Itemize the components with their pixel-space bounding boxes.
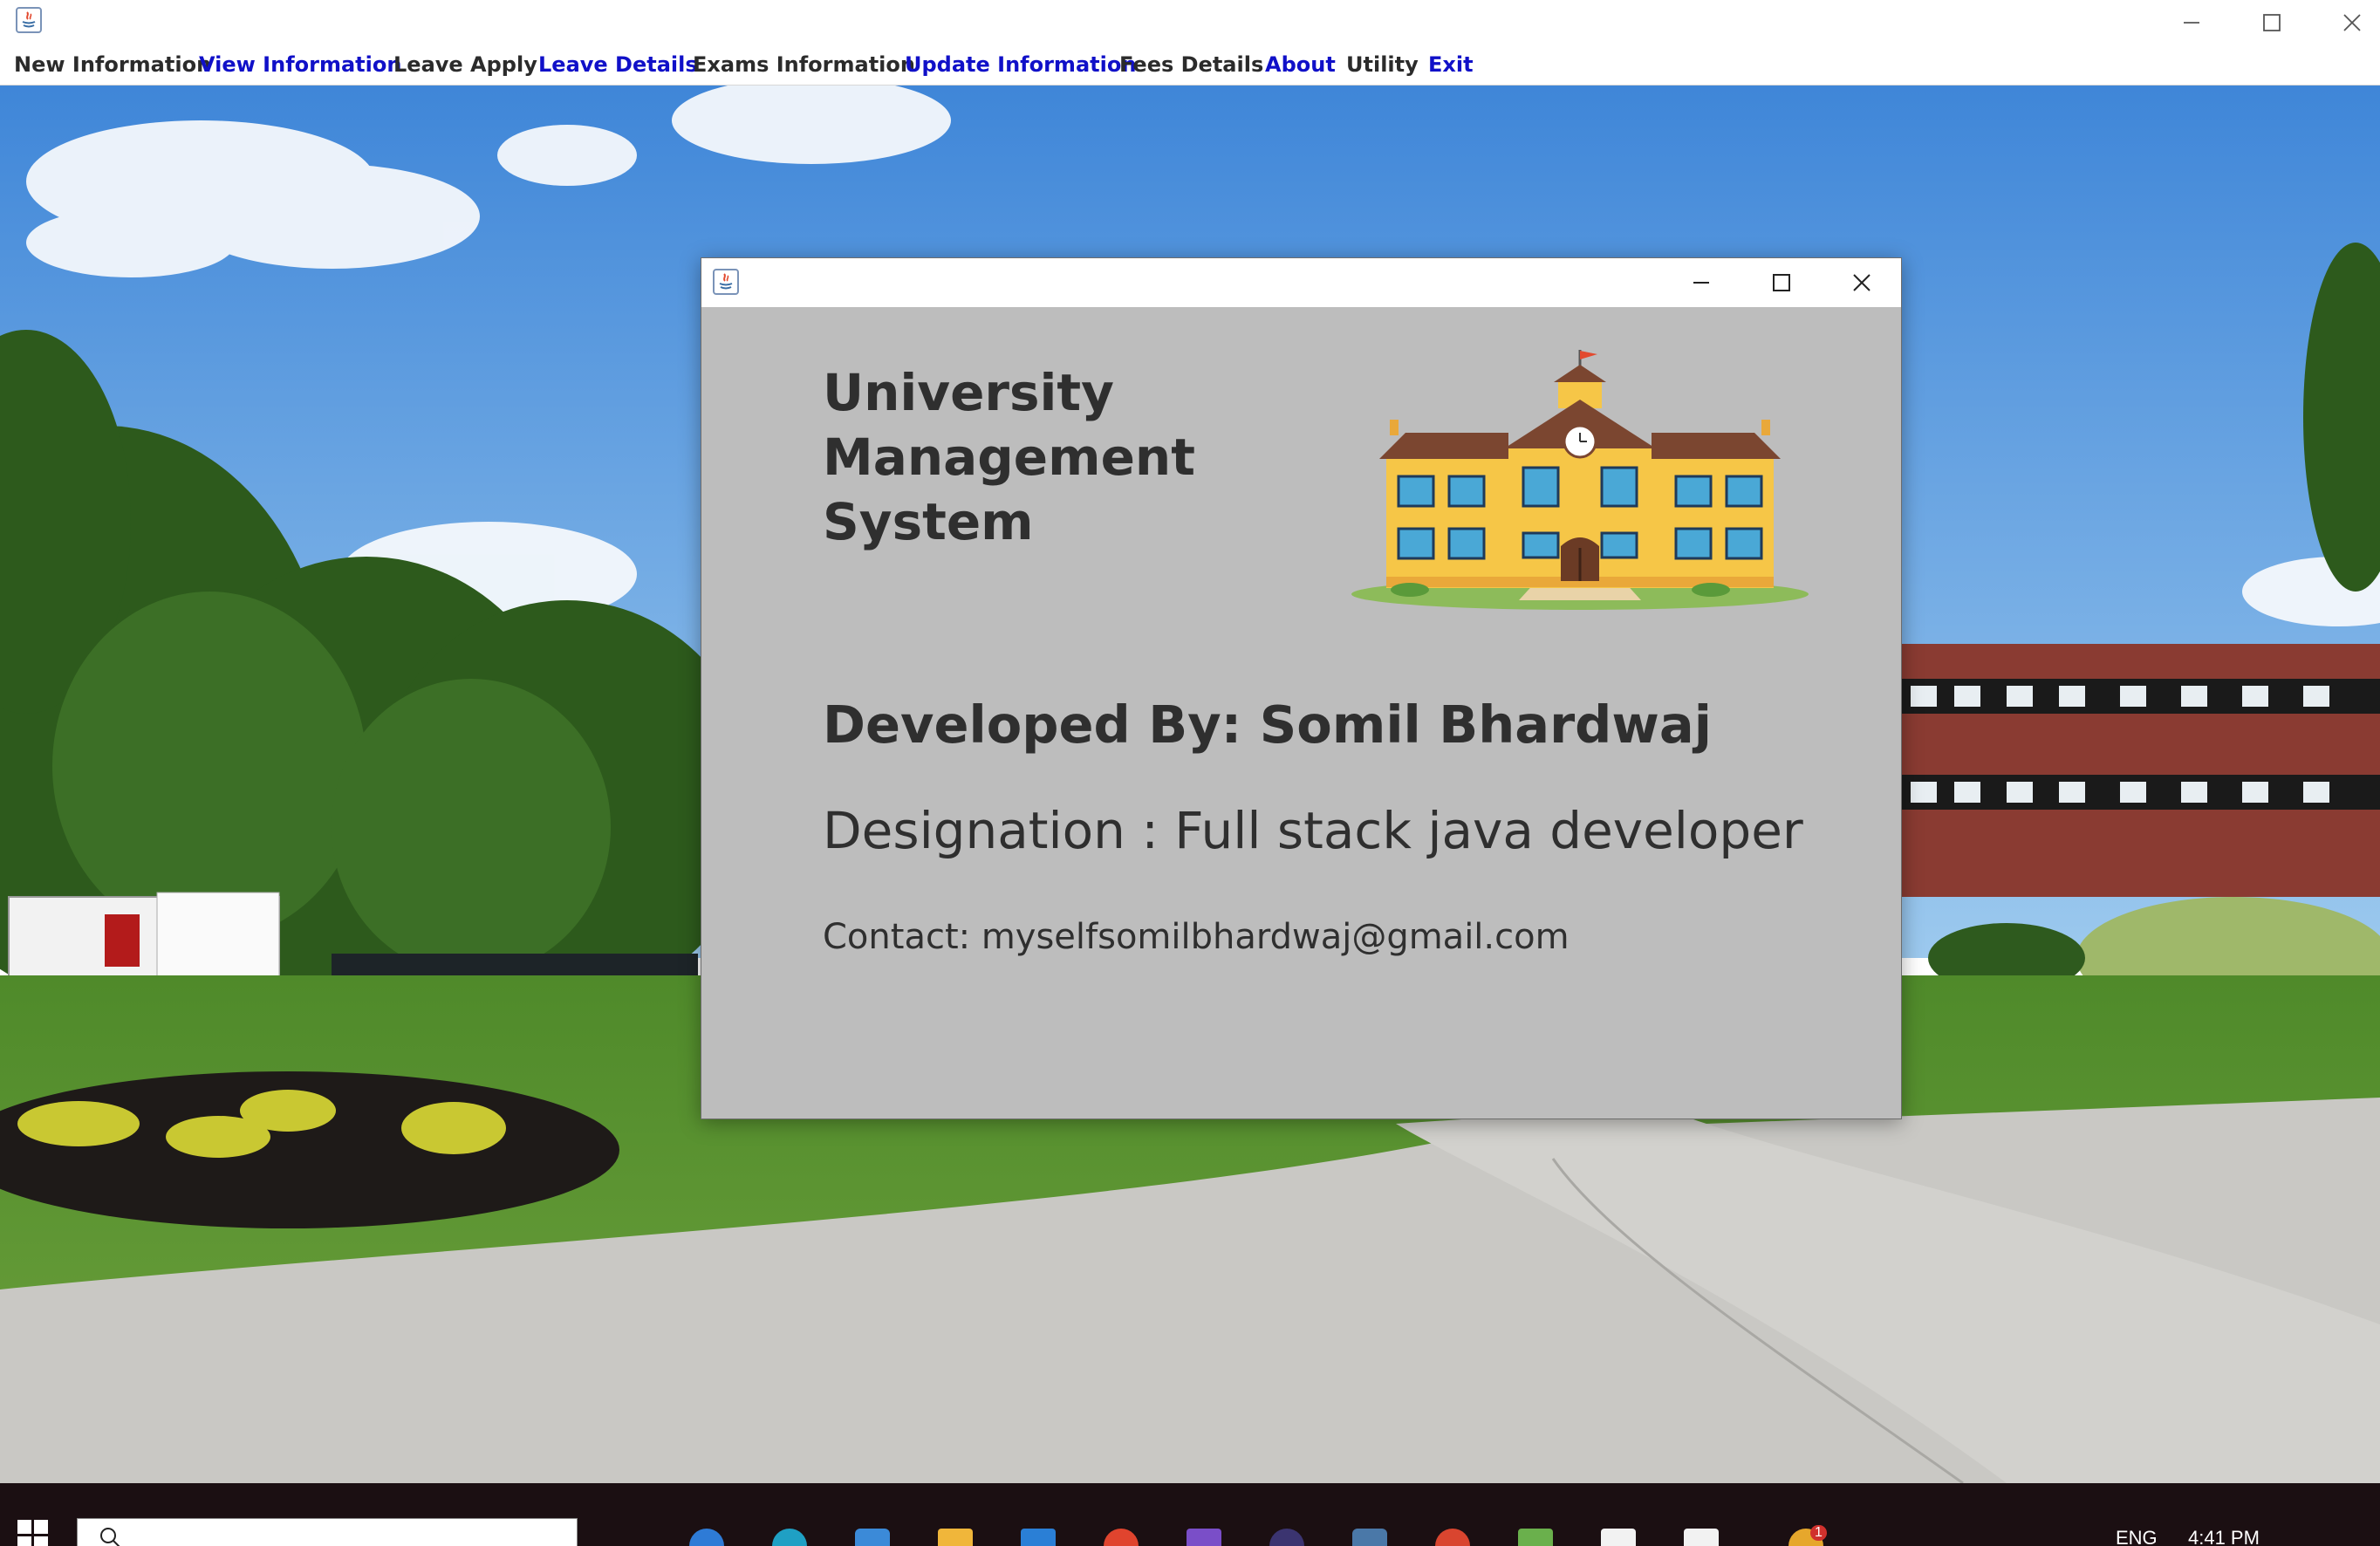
menu-leave-details[interactable]: Leave Details xyxy=(538,52,698,77)
windows-taskbar: 1 ENG 4:41 PM xyxy=(0,1483,2380,1546)
dialog-close-button[interactable] xyxy=(1822,258,1902,307)
menu-utility[interactable]: Utility xyxy=(1346,52,1419,77)
minimize-icon xyxy=(2184,22,2199,24)
taskbar-app-icon[interactable] xyxy=(1435,1529,1470,1546)
java-app-icon xyxy=(713,269,739,295)
taskbar-app-icon[interactable] xyxy=(1187,1529,1221,1546)
taskbar-app-icon[interactable] xyxy=(1518,1529,1553,1546)
taskbar-app-icon[interactable] xyxy=(1601,1529,1636,1546)
notification-badge: 1 xyxy=(1810,1525,1827,1541)
app-title: University Management System xyxy=(823,360,1311,554)
developer-name: Developed By: Somil Bhardwaj xyxy=(823,694,1712,755)
taskbar-app-icon[interactable] xyxy=(1104,1529,1139,1546)
dialog-maximize-button[interactable] xyxy=(1741,258,1822,307)
dialog-minimize-button[interactable] xyxy=(1661,258,1741,307)
taskbar-app-icon[interactable] xyxy=(938,1529,973,1546)
contact-email: Contact: myselfsomilbhardwaj@gmail.com xyxy=(823,917,1570,957)
taskbar-app-icon[interactable] xyxy=(689,1529,724,1546)
windows-start-icon[interactable] xyxy=(17,1520,49,1546)
maximize-button[interactable] xyxy=(2232,0,2312,45)
app-title-line: Management xyxy=(823,428,1195,487)
language-indicator[interactable]: ENG xyxy=(2116,1527,2158,1546)
menu-exams-information[interactable]: Exams Information xyxy=(693,52,915,77)
menu-leave-apply[interactable]: Leave Apply xyxy=(393,52,537,77)
maximize-icon xyxy=(1773,274,1790,291)
menu-about[interactable]: About xyxy=(1265,52,1336,77)
school-building-image xyxy=(1344,345,1816,620)
designation-text: Designation : Full stack java developer xyxy=(823,801,1803,860)
taskbar-search-box[interactable] xyxy=(77,1518,578,1546)
dialog-titlebar xyxy=(701,258,1901,307)
taskbar-app-icon[interactable] xyxy=(855,1529,890,1546)
menu-exit[interactable]: Exit xyxy=(1428,52,1474,77)
minimize-icon xyxy=(1693,282,1709,284)
taskbar-app-icon[interactable] xyxy=(1352,1529,1387,1546)
menu-update-information[interactable]: Update Information xyxy=(905,52,1136,77)
app-title-line: System xyxy=(823,492,1034,551)
taskbar-app-icon[interactable] xyxy=(772,1529,807,1546)
taskbar-app-icon[interactable] xyxy=(1021,1529,1056,1546)
menu-fees-details[interactable]: Fees Details xyxy=(1119,52,1263,77)
minimize-button[interactable] xyxy=(2151,0,2232,45)
menu-new-information[interactable]: New Information xyxy=(14,52,211,77)
java-app-icon xyxy=(16,7,42,33)
taskbar-java-icon[interactable] xyxy=(1684,1529,1719,1546)
search-icon xyxy=(100,1528,120,1546)
close-icon xyxy=(1853,274,1870,291)
clock-time[interactable]: 4:41 PM xyxy=(2188,1527,2260,1546)
menu-view-information[interactable]: View Information xyxy=(199,52,401,77)
app-title-line: University xyxy=(823,363,1114,422)
maximize-icon xyxy=(2263,14,2281,31)
main-window-titlebar xyxy=(0,0,2380,45)
close-icon xyxy=(2343,14,2361,31)
menu-bar: New Information View Information Leave A… xyxy=(0,45,2380,86)
close-button[interactable] xyxy=(2312,0,2380,45)
about-dialog: University Management System Developed B… xyxy=(701,257,1902,1119)
taskbar-app-icon[interactable] xyxy=(1269,1529,1304,1546)
